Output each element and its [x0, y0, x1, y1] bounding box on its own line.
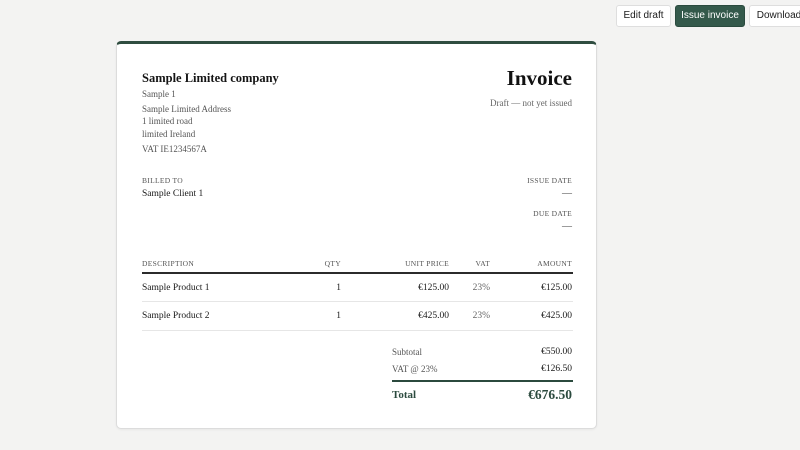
billed-to-label: BILLED TO [142, 176, 183, 185]
line-item-qty: 1 [336, 311, 341, 321]
column-header-unit-price: UNIT PRICE [405, 259, 449, 268]
line-item-unit-price: €425.00 [418, 311, 449, 321]
address-line-2: 1 limited road [142, 116, 193, 126]
issue-date-value: — [562, 188, 572, 199]
vat-number: VAT IE1234567A [142, 144, 207, 154]
issue-date-label: ISSUE DATE [527, 176, 572, 185]
invoice-card: Sample Limited company Sample 1 Sample L… [116, 41, 597, 429]
address-line-3: limited Ireland [142, 129, 196, 139]
total-label: Total [392, 389, 417, 401]
line-item-qty: 1 [336, 283, 341, 293]
company-name: Sample Limited company [142, 71, 279, 85]
column-header-vat: VAT [475, 259, 490, 268]
line-item-description: Sample Product 2 [142, 311, 210, 321]
table-header-rule [142, 272, 573, 274]
row-divider [142, 330, 573, 331]
company-line-2: Sample 1 [142, 89, 176, 99]
line-item-description: Sample Product 1 [142, 283, 210, 293]
vat-total-label: VAT @ 23% [392, 364, 438, 374]
column-header-qty: QTY [324, 259, 341, 268]
subtotal-label: Subtotal [392, 347, 423, 357]
issue-invoice-button[interactable]: Issue invoice [675, 5, 745, 27]
billed-to-client: Sample Client 1 [142, 189, 204, 199]
subtotal-value: €550.00 [541, 347, 572, 357]
due-date-value: — [562, 221, 572, 232]
line-item-vat: 23% [472, 311, 490, 321]
invoice-title: Invoice [506, 66, 572, 90]
line-item-vat: 23% [472, 283, 490, 293]
total-value: €676.50 [528, 387, 572, 402]
edit-draft-button[interactable]: Edit draft [616, 5, 671, 27]
address-line-1: Sample Limited Address [142, 104, 231, 114]
line-item-amount: €425.00 [541, 311, 572, 321]
download-button[interactable]: Download [749, 5, 800, 27]
row-divider [142, 301, 573, 302]
invoice-status: Draft — not yet issued [490, 98, 572, 108]
column-header-amount: AMOUNT [537, 259, 572, 268]
line-item-amount: €125.00 [541, 283, 572, 293]
column-header-description: DESCRIPTION [142, 259, 195, 268]
line-item-unit-price: €125.00 [418, 283, 449, 293]
total-rule [392, 380, 573, 382]
due-date-label: DUE DATE [533, 209, 572, 218]
vat-total-value: €126.50 [541, 364, 572, 374]
